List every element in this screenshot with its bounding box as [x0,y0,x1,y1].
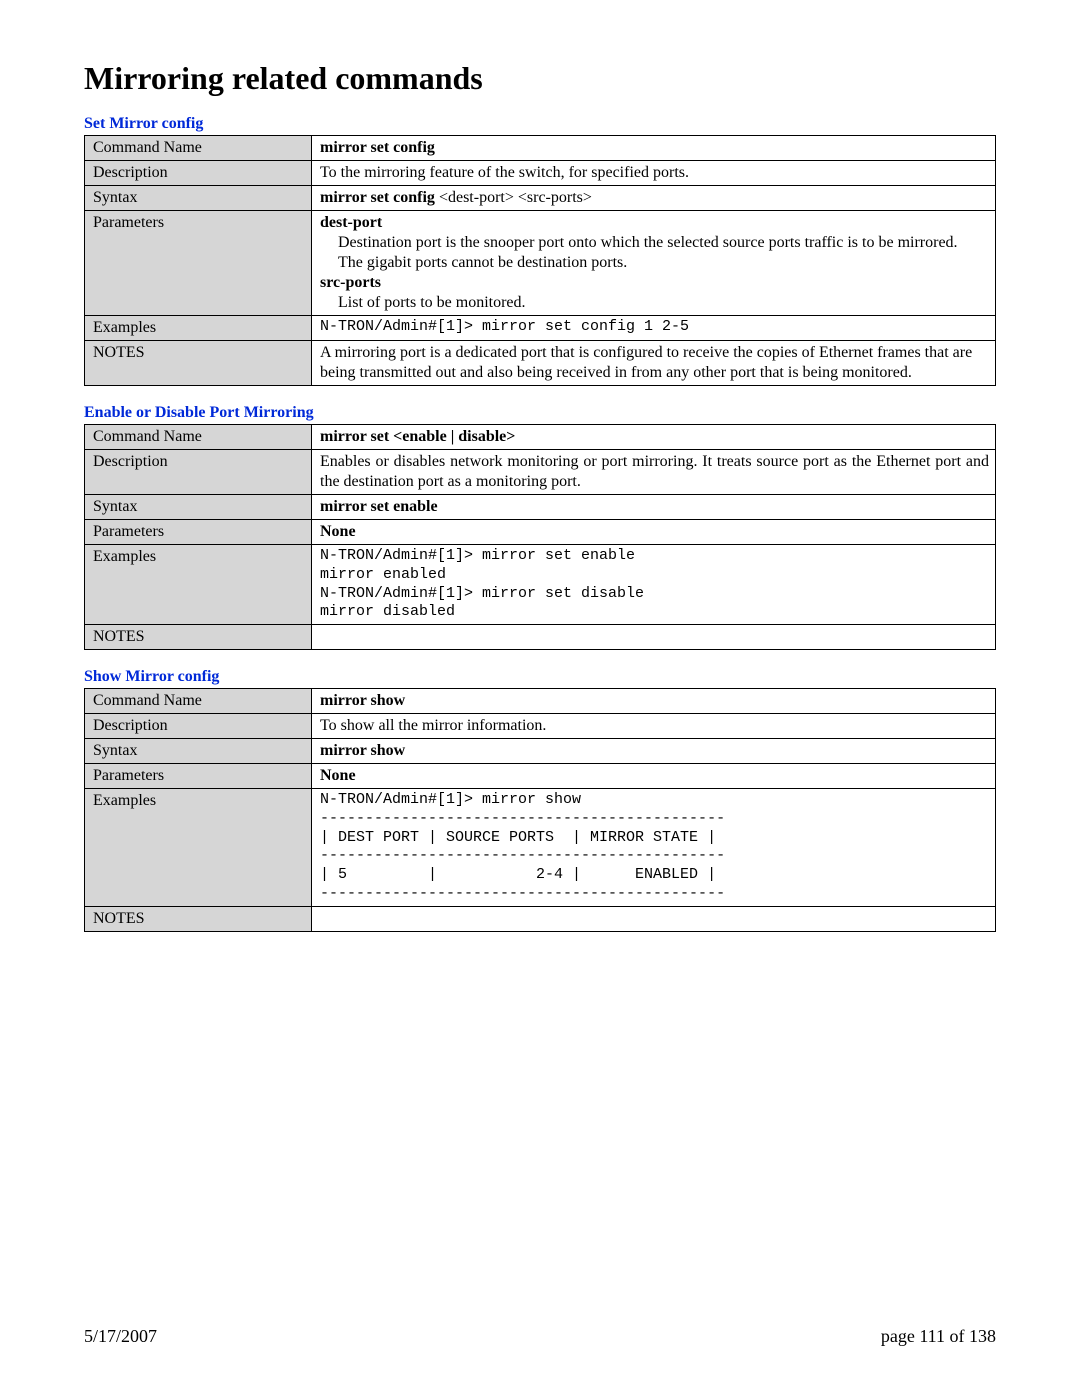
syntax-bold: mirror set config [320,189,435,206]
footer-date: 5/17/2007 [84,1326,157,1347]
section-heading-show-mirror: Show Mirror config [84,668,996,686]
cell-value: mirror set <enable | disable> [312,425,996,450]
table-row: Parameters None [85,520,996,545]
cell-label: Parameters [85,764,312,789]
table-row: Parameters None [85,764,996,789]
document-page: Mirroring related commands Set Mirror co… [0,0,1080,1397]
command-name: mirror set config [320,139,435,156]
param-desc: List of ports to be monitored. [320,293,989,313]
cell-value: A mirroring port is a dedicated port tha… [312,341,996,386]
param-desc: Destination port is the snooper port ont… [320,233,989,253]
cell-label: Examples [85,316,312,341]
command-name: mirror set <enable | disable> [320,428,515,445]
cell-label: Parameters [85,211,312,316]
table-row: Command Name mirror show [85,689,996,714]
cell-label: Syntax [85,739,312,764]
cell-label: Syntax [85,495,312,520]
cell-label: Parameters [85,520,312,545]
table-row: Description To the mirroring feature of … [85,161,996,186]
page-title: Mirroring related commands [84,60,996,97]
cell-label: Description [85,714,312,739]
cell-value: mirror set enable [312,495,996,520]
cell-value: N-TRON/Admin#[1]> mirror set enable mirr… [312,545,996,625]
footer-page: page 111 of 138 [881,1326,996,1347]
table-row: Command Name mirror set <enable | disabl… [85,425,996,450]
table-row: Description Enables or disables network … [85,450,996,495]
cell-value: N-TRON/Admin#[1]> mirror set config 1 2-… [312,316,996,341]
table-row: Syntax mirror set config <dest-port> <sr… [85,186,996,211]
cell-label: Examples [85,789,312,907]
syntax-value: mirror set enable [320,498,438,515]
cell-label: Syntax [85,186,312,211]
command-name: mirror show [320,692,405,709]
table-row: NOTES [85,625,996,650]
cell-label: NOTES [85,906,312,931]
cell-value: mirror show [312,739,996,764]
cell-value: To show all the mirror information. [312,714,996,739]
syntax-rest: <dest-port> <src-ports> [435,189,592,206]
cell-value: To the mirroring feature of the switch, … [312,161,996,186]
cell-label: NOTES [85,625,312,650]
table-row: Examples N-TRON/Admin#[1]> mirror set en… [85,545,996,625]
cell-label: Command Name [85,425,312,450]
cell-label: Command Name [85,689,312,714]
table-row: Examples N-TRON/Admin#[1]> mirror show -… [85,789,996,907]
table-row: Command Name mirror set config [85,136,996,161]
cell-value [312,625,996,650]
params-value: None [320,523,356,540]
params-value: None [320,767,356,784]
param-name: src-ports [320,274,381,291]
table-row: Syntax mirror show [85,739,996,764]
table-row: Examples N-TRON/Admin#[1]> mirror set co… [85,316,996,341]
table-row: Syntax mirror set enable [85,495,996,520]
cell-value: None [312,520,996,545]
cell-label: Command Name [85,136,312,161]
syntax-value: mirror show [320,742,405,759]
cell-value: Enables or disables network monitoring o… [312,450,996,495]
cell-value: mirror set config <dest-port> <src-ports… [312,186,996,211]
table-row: NOTES [85,906,996,931]
cell-value: N-TRON/Admin#[1]> mirror show ----------… [312,789,996,907]
table-row: Parameters dest-port Destination port is… [85,211,996,316]
cell-value: dest-port Destination port is the snoope… [312,211,996,316]
table-set-mirror: Command Name mirror set config Descripti… [84,135,996,386]
cell-label: Examples [85,545,312,625]
page-footer: 5/17/2007 page 111 of 138 [84,1326,996,1347]
table-row: NOTES A mirroring port is a dedicated po… [85,341,996,386]
cell-label: Description [85,450,312,495]
cell-value [312,906,996,931]
param-name: dest-port [320,214,382,231]
cell-label: Description [85,161,312,186]
cell-value: mirror show [312,689,996,714]
section-heading-set-mirror: Set Mirror config [84,115,996,133]
cell-label: NOTES [85,341,312,386]
cell-value: mirror set config [312,136,996,161]
table-show-mirror: Command Name mirror show Description To … [84,688,996,932]
section-heading-enable-disable: Enable or Disable Port Mirroring [84,404,996,422]
cell-value: None [312,764,996,789]
table-row: Description To show all the mirror infor… [85,714,996,739]
param-desc: The gigabit ports cannot be destination … [320,253,989,273]
table-enable-disable: Command Name mirror set <enable | disabl… [84,424,996,650]
